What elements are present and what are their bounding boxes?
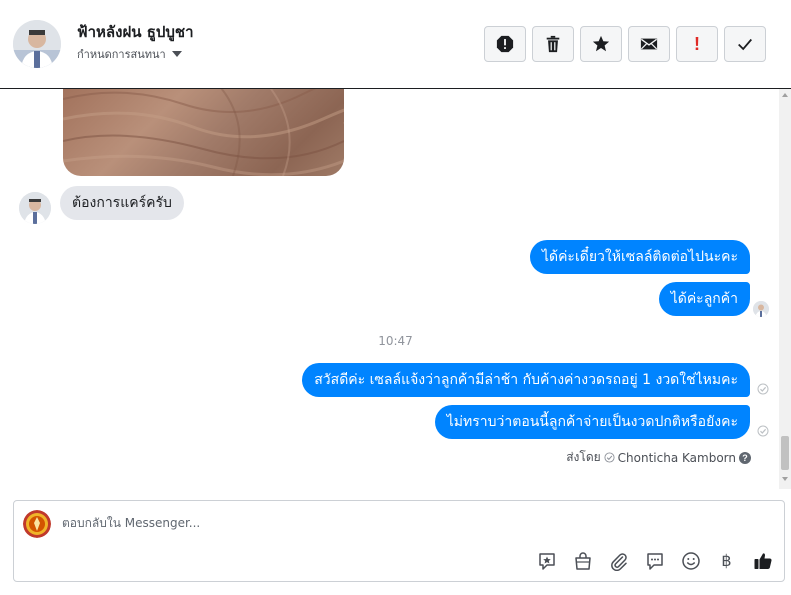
exclamation-icon: ! bbox=[694, 33, 700, 54]
outgoing-message[interactable]: สวัสดีค่ะ เซลล์แจ้งว่าลูกค้ามีล่าช้า กับ… bbox=[302, 363, 750, 397]
emoji-icon bbox=[681, 551, 700, 570]
chat-bubble-icon bbox=[646, 552, 663, 570]
outgoing-message[interactable]: ได้ค่ะลูกค้า bbox=[658, 282, 750, 316]
conversation-settings-label: กำหนดการสนทนา bbox=[77, 48, 166, 61]
sent-check-icon bbox=[604, 452, 615, 463]
sent-by-label: ส่งโดย Chonticha Kamborn ? bbox=[566, 448, 751, 467]
mark-done-button[interactable] bbox=[724, 26, 766, 62]
read-receipt-avatar bbox=[753, 301, 769, 317]
photo-attachment[interactable] bbox=[63, 89, 344, 176]
envelope-icon bbox=[640, 38, 658, 50]
thumbs-up-icon bbox=[754, 552, 772, 569]
conversation-toolbar: ! bbox=[484, 26, 766, 62]
sent-by-name[interactable]: Chonticha Kamborn bbox=[618, 451, 736, 465]
baht-icon: ฿ bbox=[721, 551, 732, 570]
incoming-message[interactable]: ต้องการแคร์ครับ bbox=[60, 186, 184, 220]
sent-by-prefix: ส่งโดย bbox=[566, 450, 601, 464]
reply-input[interactable] bbox=[62, 513, 762, 533]
outgoing-message[interactable]: ได้ค่ะเดี๋ยวให้เซลล์ติดต่อไปนะคะ bbox=[529, 240, 750, 274]
wood-texture-image bbox=[63, 89, 344, 176]
reply-composer[interactable]: ฿ bbox=[13, 500, 785, 582]
page-avatar bbox=[23, 510, 51, 538]
saved-reply-button[interactable] bbox=[535, 549, 558, 572]
conversation-header: ฟ้าหลังฝน ธูปบูชา กำหนดการสนทนา ! bbox=[0, 0, 791, 89]
star-button[interactable] bbox=[580, 26, 622, 62]
scroll-up-arrow-icon[interactable] bbox=[782, 93, 788, 97]
sent-check-icon bbox=[757, 425, 769, 437]
checkmark-icon bbox=[738, 38, 752, 51]
message-thread[interactable]: ต้องการแคร์ครับ ได้ค่ะเดี๋ยวให้เซลล์ติดต… bbox=[0, 89, 791, 489]
paperclip-icon bbox=[610, 552, 627, 571]
mark-unread-button[interactable] bbox=[628, 26, 670, 62]
emoji-button[interactable] bbox=[679, 549, 702, 572]
composer-area: ฿ bbox=[0, 489, 791, 595]
like-button[interactable] bbox=[751, 549, 774, 572]
shop-bag-icon bbox=[574, 551, 591, 570]
trash-icon bbox=[546, 35, 560, 53]
message-timestamp: 10:47 bbox=[378, 334, 413, 348]
contact-name[interactable]: ฟ้าหลังฝน ธูปบูชา bbox=[77, 20, 194, 44]
sent-check-icon bbox=[757, 383, 769, 395]
scroll-down-arrow-icon[interactable] bbox=[782, 477, 788, 481]
help-question-icon[interactable]: ? bbox=[739, 451, 751, 464]
scrollbar-thumb[interactable] bbox=[781, 436, 789, 470]
shop-button[interactable] bbox=[571, 549, 594, 572]
payment-button[interactable]: ฿ bbox=[715, 549, 738, 572]
composer-toolbar: ฿ bbox=[535, 549, 774, 572]
contact-avatar[interactable] bbox=[13, 20, 61, 68]
thread-scrollbar[interactable] bbox=[779, 89, 791, 489]
attach-file-button[interactable] bbox=[607, 549, 630, 572]
follow-up-button[interactable]: ! bbox=[676, 26, 718, 62]
outgoing-message[interactable]: ไม่ทราบว่าตอนนี้ลูกค้าจ่ายเป็นงวดปกติหรื… bbox=[434, 405, 750, 439]
quick-reply-button[interactable] bbox=[643, 549, 666, 572]
saved-reply-icon bbox=[538, 552, 555, 570]
contact-avatar-small[interactable] bbox=[19, 192, 51, 224]
conversation-settings-dropdown[interactable]: กำหนดการสนทนา bbox=[77, 45, 182, 63]
star-icon bbox=[592, 35, 610, 52]
exclamation-octagon-icon bbox=[496, 35, 514, 53]
caret-down-icon bbox=[171, 51, 182, 57]
spam-button[interactable] bbox=[484, 26, 526, 62]
delete-button[interactable] bbox=[532, 26, 574, 62]
